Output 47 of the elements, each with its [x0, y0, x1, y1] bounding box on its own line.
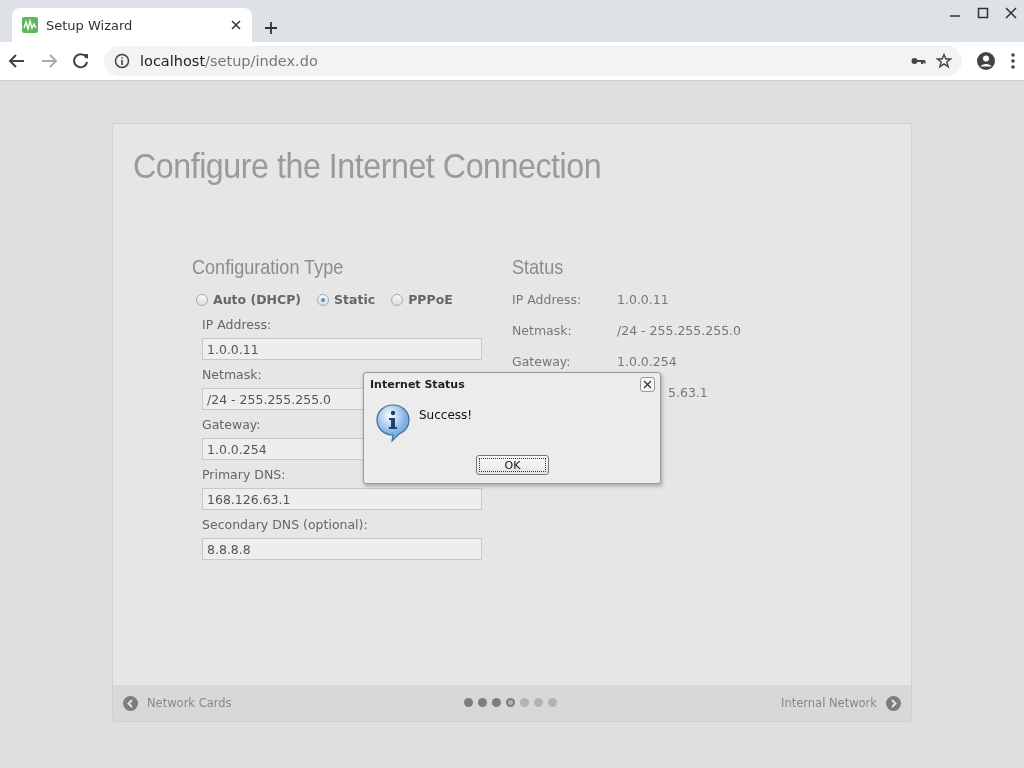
field-label: Primary DNS:: [202, 467, 286, 482]
input-field[interactable]: 8.8.8.8: [202, 538, 482, 560]
plus-icon[interactable]: [264, 21, 278, 35]
back-arrow-icon[interactable]: [8, 52, 26, 70]
status-value: 1.0.0.254: [617, 354, 677, 369]
radio-button[interactable]: [391, 293, 404, 306]
tab-title: Setup Wizard: [46, 17, 134, 33]
browser-tab[interactable]: Setup Wizard: [12, 8, 252, 42]
radio-option[interactable]: PPPoE: [391, 292, 453, 307]
status-label: Netmask:: [512, 323, 573, 338]
field-label: Gateway:: [202, 417, 261, 432]
status-value: /24 - 255.255.255.0: [617, 323, 742, 338]
reload-icon[interactable]: [72, 52, 90, 70]
field-label: Netmask:: [202, 367, 262, 382]
info-icon: [114, 53, 130, 69]
status-value: 5.63.1: [668, 385, 708, 400]
radio-button[interactable]: [317, 293, 330, 306]
close-icon[interactable]: [1004, 6, 1018, 20]
radio-option[interactable]: Auto (DHCP): [196, 292, 302, 307]
menu-icon[interactable]: [1010, 52, 1016, 70]
status-label: Gateway:: [512, 354, 572, 369]
chevron-right-icon: [886, 695, 901, 711]
info-bubble-icon: [376, 404, 410, 442]
close-icon[interactable]: [230, 19, 242, 31]
page-title: Configure the Internet Connection: [133, 146, 602, 186]
section-heading: Status: [512, 255, 564, 279]
waveform-icon: [22, 17, 38, 33]
radio-button[interactable]: [196, 293, 208, 306]
radio-option[interactable]: Static: [317, 292, 376, 307]
close-button[interactable]: [640, 377, 655, 392]
dialog-message: Success!: [419, 408, 473, 422]
dialog-title: Internet Status: [370, 378, 465, 391]
url-text: localhost/setup/index.do: [140, 53, 319, 69]
input-field[interactable]: 1.0.0.11: [202, 338, 482, 360]
chevron-left-icon: [123, 695, 138, 711]
address-bar[interactable]: localhost/setup/index.do: [104, 46, 962, 76]
ok-button[interactable]: OK: [476, 455, 549, 475]
section-heading: Configuration Type: [192, 255, 344, 279]
field-label: IP Address:: [202, 317, 272, 332]
star-icon[interactable]: [936, 53, 952, 69]
input-field[interactable]: 168.126.63.1: [202, 488, 482, 510]
status-value: 1.0.0.11: [617, 292, 669, 307]
field-label: Secondary DNS (optional):: [202, 517, 368, 532]
maximize-icon[interactable]: [976, 6, 990, 20]
close-icon: [643, 380, 652, 389]
account-icon[interactable]: [976, 51, 996, 71]
status-label: IP Address:: [512, 292, 583, 307]
